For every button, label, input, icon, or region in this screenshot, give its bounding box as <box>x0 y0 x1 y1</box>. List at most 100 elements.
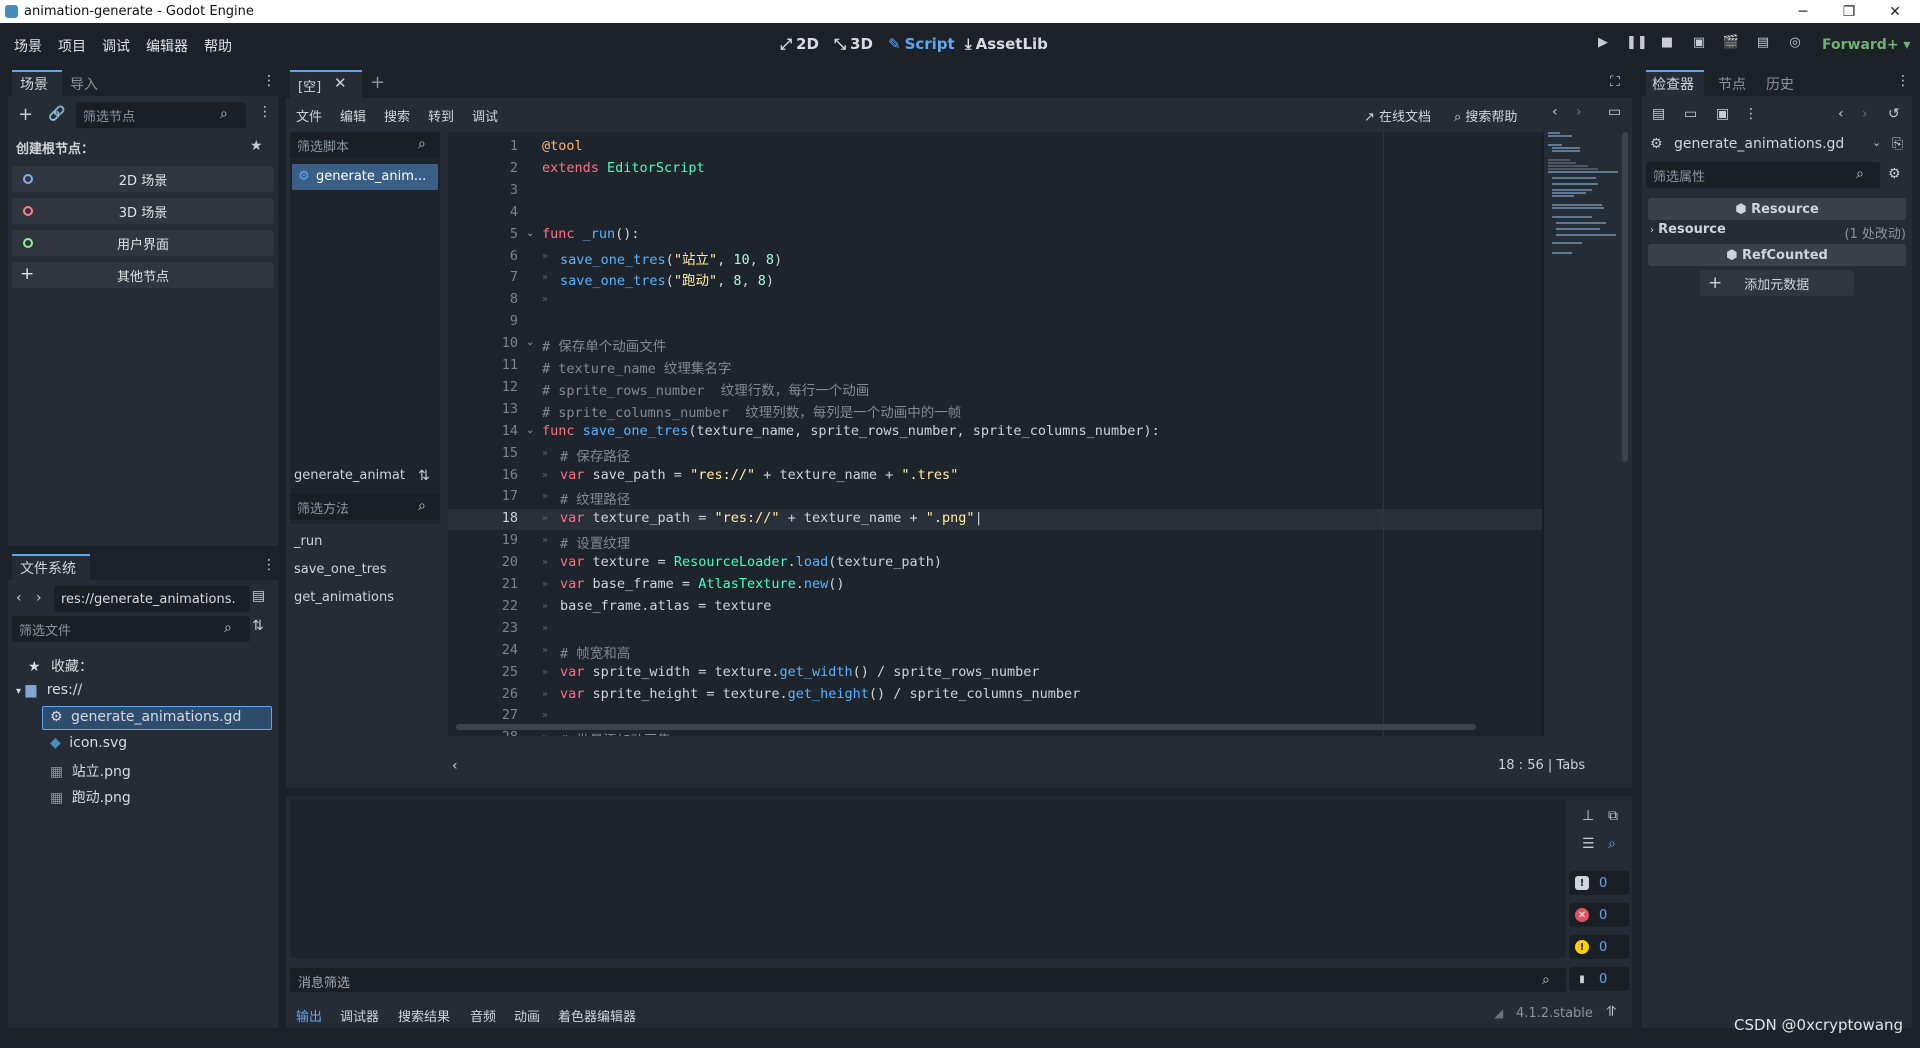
tab-scene[interactable]: 场景 <box>20 74 48 94</box>
remote-debug-icon[interactable]: ▣ <box>1690 35 1708 53</box>
bottom-tab-audio[interactable]: 音频 <box>470 1006 496 1025</box>
bottom-tab-output[interactable]: 输出 <box>296 1006 322 1025</box>
doc-icon[interactable]: ⎘ <box>1892 136 1903 152</box>
method-item[interactable]: save_one_tres <box>294 562 387 577</box>
play-icon[interactable]: ▶ <box>1594 35 1612 53</box>
stop-icon[interactable]: ■ <box>1658 35 1676 53</box>
history-forward-icon[interactable]: › <box>1576 104 1582 120</box>
menu-help[interactable]: 帮助 <box>204 36 232 56</box>
menu-editor[interactable]: 编辑器 <box>146 36 188 56</box>
new-resource-icon[interactable]: ▤ <box>1652 106 1665 122</box>
script-menu-goto[interactable]: 转到 <box>428 106 454 125</box>
bottom-tab-debugger[interactable]: 调试器 <box>340 1006 379 1025</box>
warning-count-toggle[interactable]: ! 0 <box>1569 935 1629 959</box>
message-filter-input[interactable] <box>290 968 1566 992</box>
code-editor[interactable]: 1 @tool 2 extends EditorScript 3 4 5 ⌄ func _run… <box>448 132 1544 736</box>
fold-arrow-icon[interactable]: ⌄ <box>526 425 534 436</box>
path-input[interactable]: res://generate_animations. <box>54 586 250 612</box>
add-tab-icon[interactable]: + <box>370 72 385 93</box>
maximize-button[interactable]: ❐ <box>1826 0 1872 23</box>
dock-menu-icon[interactable]: ⋮ <box>262 557 276 573</box>
tab-history[interactable]: 历史 <box>1766 74 1794 94</box>
pause-icon[interactable]: ❚❚ <box>1626 35 1648 53</box>
open-folder-icon[interactable]: ▭ <box>1684 106 1697 122</box>
editor-message-toggle[interactable]: ▮ 0 <box>1569 967 1629 991</box>
close-icon[interactable]: ✕ <box>334 74 347 92</box>
settings-icon[interactable]: ⚙ <box>1888 166 1901 182</box>
root-other-node-button[interactable]: + 其他节点 <box>12 262 274 288</box>
toggle-scripts-panel-icon[interactable]: ‹ <box>452 758 458 774</box>
tab-import[interactable]: 导入 <box>70 74 98 94</box>
message-count-toggle[interactable]: ! 0 <box>1569 871 1629 895</box>
workspace-script-button[interactable]: ✎ Script <box>888 35 955 53</box>
distraction-free-icon[interactable]: ⛶ <box>1610 74 1620 90</box>
menu-project[interactable]: 项目 <box>58 36 86 56</box>
horizontal-scrollbar[interactable] <box>456 724 1476 730</box>
file-filter-input[interactable]: 筛选文件 <box>12 616 250 642</box>
more-icon[interactable]: ⋮ <box>1744 106 1758 122</box>
split-mode-icon[interactable]: ▤ <box>252 588 265 604</box>
res-root-row[interactable]: ▾ ▆ res:// <box>16 682 82 698</box>
online-docs-button[interactable]: ↗ 在线文档 <box>1364 106 1431 125</box>
bottom-tab-shader-editor[interactable]: 着色器编辑器 <box>558 1006 636 1025</box>
file-item[interactable]: ⚙ generate_animations.gd <box>50 709 241 725</box>
add-metadata-button[interactable]: + 添加元数据 <box>1700 270 1854 296</box>
method-item[interactable]: get_animations <box>294 590 394 605</box>
tab-node[interactable]: 节点 <box>1718 74 1746 94</box>
root-3d-scene-button[interactable]: 3D 场景 <box>12 198 274 224</box>
collapse-duplicates-icon[interactable]: ☰ <box>1582 836 1595 852</box>
workspace-2d-button[interactable]: ⤢ 2D <box>780 35 819 53</box>
search-filter-icon[interactable]: ⌕ <box>1608 836 1616 852</box>
favorite-star-icon[interactable]: ★ <box>250 138 263 154</box>
forward-icon[interactable]: › <box>1862 106 1868 122</box>
file-item[interactable]: ◆ icon.svg <box>50 735 127 751</box>
script-menu-file[interactable]: 文件 <box>296 106 322 125</box>
script-menu-search[interactable]: 搜索 <box>384 106 410 125</box>
root-2d-scene-button[interactable]: 2D 场景 <box>12 166 274 192</box>
menu-debug[interactable]: 调试 <box>102 36 130 56</box>
copy-icon[interactable]: ⧉ <box>1608 808 1618 824</box>
sort-methods-icon[interactable]: ⇅ <box>418 468 430 484</box>
add-node-icon[interactable]: + <box>18 104 33 125</box>
file-item[interactable]: ▦ 跑动.png <box>50 787 131 807</box>
vertical-scrollbar[interactable] <box>1622 132 1628 462</box>
chevron-down-icon[interactable]: ⌄ <box>1872 136 1881 149</box>
search-help-button[interactable]: ⌕ 搜索帮助 <box>1454 106 1517 125</box>
expand-panel-icon[interactable]: ⥣ <box>1606 1004 1616 1020</box>
clear-output-icon[interactable]: ⊥ <box>1582 808 1594 824</box>
root-ui-button[interactable]: 用户界面 <box>12 230 274 256</box>
workspace-3d-button[interactable]: ⤡ 3D <box>834 35 873 53</box>
bottom-tab-search-results[interactable]: 搜索结果 <box>398 1006 450 1025</box>
script-menu-debug[interactable]: 调试 <box>472 106 498 125</box>
edited-object-label[interactable]: generate_animations.gd <box>1674 136 1844 152</box>
workspace-assetlib-button[interactable]: ⤓ AssetLib <box>965 35 1048 53</box>
error-count-toggle[interactable]: ✕ 0 <box>1569 903 1629 927</box>
renderer-select[interactable]: Forward+ ▾ <box>1822 37 1910 53</box>
history-icon[interactable]: ↺ <box>1888 106 1900 122</box>
scene-menu-icon[interactable]: ⋮ <box>258 104 272 120</box>
file-item[interactable]: ▦ 站立.png <box>50 761 131 781</box>
minimap-panel[interactable] <box>1548 132 1620 732</box>
menu-scene[interactable]: 场景 <box>14 36 42 56</box>
movie-maker-icon[interactable]: ◎ <box>1786 35 1804 53</box>
close-window-button[interactable]: ✕ <box>1872 0 1918 23</box>
property-filter-input[interactable]: 筛选属性 <box>1646 162 1880 188</box>
bottom-tab-animation[interactable]: 动画 <box>514 1006 540 1025</box>
tab-inspector[interactable]: 检查器 <box>1652 74 1694 94</box>
sort-icon[interactable]: ⇅ <box>252 618 264 634</box>
forward-icon[interactable]: › <box>36 590 42 606</box>
minimize-button[interactable]: ─ <box>1780 0 1826 23</box>
fold-arrow-icon[interactable]: ⌄ <box>526 228 534 239</box>
save-icon[interactable]: ▣ <box>1716 106 1729 122</box>
back-icon[interactable]: ‹ <box>16 590 22 606</box>
dock-menu-icon[interactable]: ⋮ <box>1896 73 1910 89</box>
method-item[interactable]: _run <box>294 534 322 549</box>
resource-section[interactable]: › Resource (1 处改动) <box>1650 222 1908 242</box>
history-back-icon[interactable]: ‹ <box>1552 104 1558 120</box>
toggle-panel-icon[interactable]: ▭ <box>1608 104 1621 120</box>
back-icon[interactable]: ‹ <box>1838 106 1844 122</box>
dock-menu-icon[interactable]: ⋮ <box>262 73 276 89</box>
link-icon[interactable]: 🔗 <box>48 106 65 122</box>
play-custom-icon[interactable]: ▤ <box>1754 35 1772 53</box>
play-scene-icon[interactable]: 🎬 <box>1722 35 1740 53</box>
